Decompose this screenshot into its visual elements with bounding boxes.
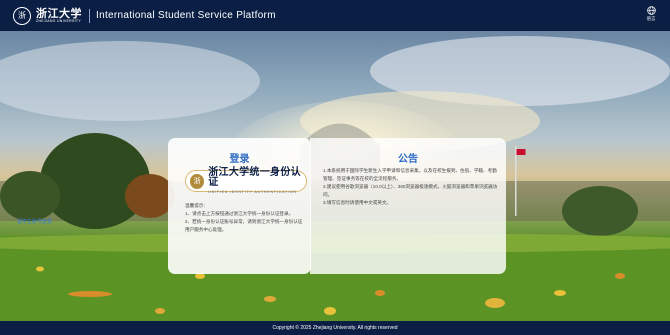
university-logo[interactable]: 浙江大学 ZHEJIANG UNIVERSITY xyxy=(36,8,82,24)
unified-identity-login-button[interactable]: 浙 浙江大学统一身份认证 UNIFIED IDENTITY AUTHENTICA… xyxy=(185,167,307,194)
login-tip-heading: 温馨提示： xyxy=(185,203,208,208)
login-tip-1: 1、请点击上方按钮通过浙江大学统一身份认证登录。 xyxy=(185,211,294,216)
login-card: 登录 浙 浙江大学统一身份认证 UNIFIED IDENTITY AUTHENT… xyxy=(168,138,311,274)
badge-en-label: UNIFIED IDENTITY AUTHENTICATION xyxy=(208,189,297,194)
notice-list: 1.本系统用于国际学生新生入学申请和信息采集，以及在校生报到、住宿、学籍、考勤管… xyxy=(323,167,498,207)
top-header: 浙 浙江大学 ZHEJIANG UNIVERSITY International… xyxy=(0,0,670,31)
notice-item: 1.本系统用于国际学生新生入学申请和信息采集，以及在校生报到、住宿、学籍、考勤管… xyxy=(323,168,497,181)
login-tips: 温馨提示： 1、请点击上方按钮通过浙江大学统一身份认证登录。 2、若统一身份认证… xyxy=(185,202,305,234)
logo-cn-text: 浙江大学 xyxy=(36,6,82,20)
notice-item: 2.建议使用谷歌浏览器（10.0以上）、360浏览器极速模式，火狐浏览器和苹果浏… xyxy=(323,184,498,197)
notice-card: 公告 1.本系统用于国际学生新生入学申请和信息采集，以及在校生报到、住宿、学籍、… xyxy=(310,138,506,274)
zju-seal-icon: 浙 xyxy=(190,173,205,189)
language-label: 语言 xyxy=(646,16,656,21)
badge-cn-label: 浙江大学统一身份认证 xyxy=(208,167,301,189)
header-divider xyxy=(89,8,90,23)
notice-item: 3.填写信息时请使用中文或英文。 xyxy=(323,200,392,205)
login-title: 登录 xyxy=(229,154,250,165)
logo-en-text: ZHEJIANG UNIVERSITY xyxy=(36,18,81,23)
globe-icon xyxy=(646,6,656,15)
login-tip-2: 2、若统一身份认证账号异常，请到浙江大学统一身份认证用户服务中心处理。 xyxy=(185,219,303,232)
international-student-login-link[interactable]: 留学生账号登录 xyxy=(17,218,52,225)
campus-background-image: 登录 浙 浙江大学统一身份认证 UNIFIED IDENTITY AUTHENT… xyxy=(0,31,670,321)
university-seal-icon[interactable]: 浙 xyxy=(13,6,31,25)
footer: Copyright © 2025 Zhejiang University. Al… xyxy=(0,321,670,335)
notice-title: 公告 xyxy=(398,154,418,165)
platform-title: International Student Service Platform xyxy=(96,10,276,21)
copyright-text: Copyright © 2025 Zhejiang University. Al… xyxy=(272,325,398,331)
language-switcher[interactable]: 语言 xyxy=(644,6,658,22)
